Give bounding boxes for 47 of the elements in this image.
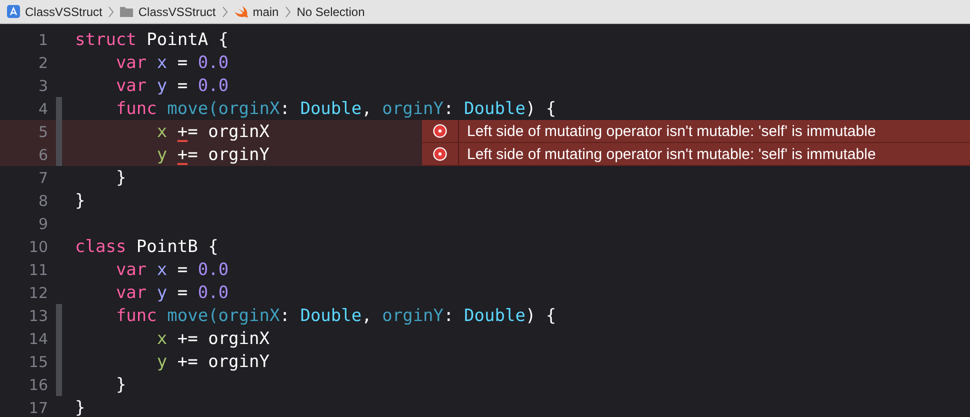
code-line: x += orginX (156, 328, 270, 348)
line-number: 10 (28, 238, 48, 256)
line-number: 14 (28, 330, 48, 348)
line-number: 2 (37, 54, 48, 72)
code-line: } (114, 168, 126, 188)
breadcrumb-item[interactable]: ClassVSStruct (25, 4, 102, 18)
code-line: } (75, 190, 86, 210)
line-number: 12 (28, 284, 48, 302)
chevron-icon (284, 6, 291, 18)
error-message[interactable]: Left side of mutating operator isn't mutable: 'self' is immutable (422, 143, 970, 166)
code-line: func move(orginX: Double, orginY: Double) { (114, 98, 556, 118)
line-number: 1 (37, 30, 48, 48)
line-number: 7 (37, 168, 48, 186)
line-number: 5 (37, 122, 48, 140)
code-line: class PointB { (75, 236, 218, 256)
code-line: struct PointA { (75, 30, 229, 50)
error-icon (433, 124, 447, 138)
app-icon (7, 5, 20, 18)
code-line: } (75, 398, 86, 417)
code-line: var x = 0.0 (114, 260, 229, 280)
code-line: var y = 0.0 (114, 282, 229, 302)
bird-icon (234, 6, 248, 18)
code-line: var y = 0.0 (114, 76, 229, 96)
line-number: 17 (28, 398, 48, 416)
line-number: 11 (28, 260, 48, 278)
line-number: 16 (28, 376, 48, 394)
chevron-icon (222, 6, 228, 18)
code-line: func move(orginX: Double, orginY: Double) { (114, 306, 556, 326)
code-line: y += orginY (156, 144, 270, 164)
code-line: x += orginX (156, 122, 270, 142)
line-number: 4 (37, 100, 48, 118)
line-number: 3 (37, 76, 48, 94)
code-line: y += orginY (156, 352, 270, 372)
breadcrumb-item[interactable]: No Selection (296, 4, 365, 18)
error-message[interactable]: Left side of mutating operator isn't mutable: 'self' is immutable (422, 120, 970, 143)
code-line: } (114, 374, 126, 394)
line-number: 6 (37, 146, 48, 164)
line-number: 8 (37, 192, 48, 210)
error-icon (433, 147, 447, 161)
chevron-icon (108, 6, 114, 18)
breadcrumb-item[interactable]: ClassVSStruct (138, 4, 216, 18)
line-number: 13 (28, 306, 48, 324)
code-line: var x = 0.0 (114, 52, 229, 72)
folder-icon (120, 6, 134, 17)
line-number: 15 (28, 352, 48, 370)
breadcrumb-item[interactable]: main (252, 4, 279, 18)
line-number: 9 (37, 214, 48, 232)
